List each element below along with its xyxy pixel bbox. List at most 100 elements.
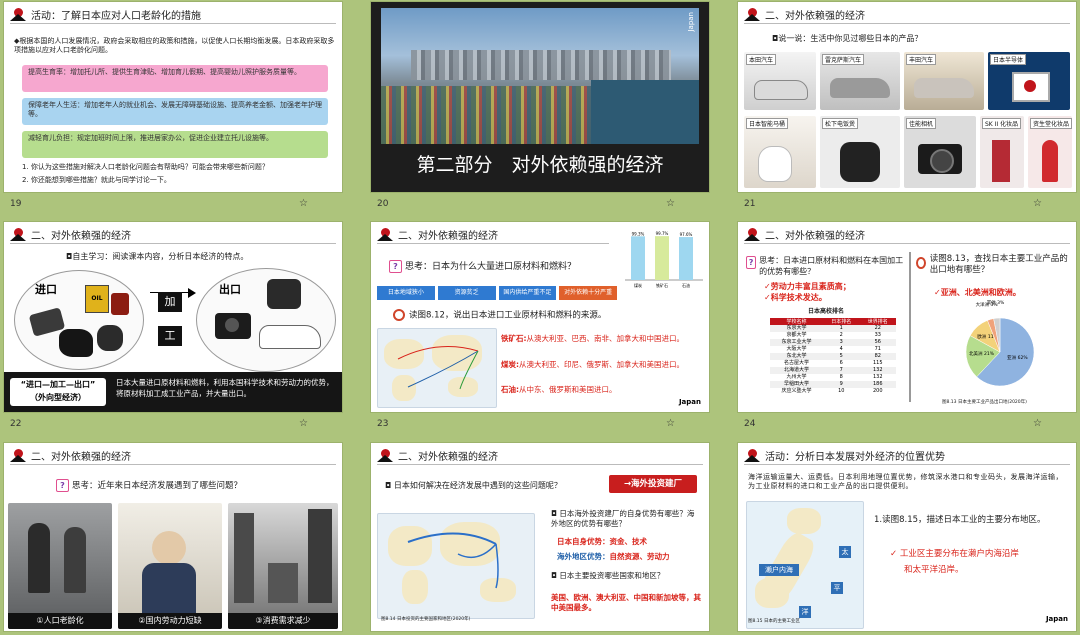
table-cell: 132 [872,374,883,380]
table-cell: 东北大学 [786,353,807,359]
think-prompt: ? 思考：日本进口原材料和燃料在本国加工的优势有哪些？ [746,256,906,278]
slide-27[interactable]: 活动：分析日本发展对外经济的位置优势 海洋运输运量大、运费低。日本利用地理位置优… [738,443,1076,635]
slide-27-canvas: 活动：分析日本发展对外经济的位置优势 海洋运输运量大、运费低。日本利用地理位置优… [738,443,1076,631]
favorite-star-icon[interactable]: ☆ [1033,418,1042,429]
table-cell: 82 [874,353,881,359]
section-title: 第二部分 对外依赖强的经济 [416,154,664,176]
labor-shortage-photo: ②国内劳动力短缺 [118,503,222,629]
bar [655,236,669,280]
rice-cooker-icon [267,279,301,309]
slide-19-canvas: 活动：了解日本应对人口老龄化的措施 ◆根据本国的人口发展情况，政府会采取相应的政… [4,2,342,192]
table-row: 东京大学 1 22 [770,325,896,332]
answer-text: 自然资源、劳动力 [609,552,670,561]
favorite-star-icon[interactable]: ☆ [1033,198,1042,209]
japan-advantage: 日本自身优势：资金、技术 [557,537,647,547]
export-cloud: 出口 [196,268,336,372]
bar-value-label: 97.6% [680,232,693,237]
arrow-right-icon [188,288,196,298]
table-cell: 3 [839,339,843,345]
favorite-star-icon[interactable]: ☆ [666,198,675,209]
university-ranking-table: 学校名称 日本排名 世界排名 东京大学 1 22 京都大学 2 33 东京工业大学 3 56 大阪大学 4… [770,318,896,395]
slide-title: 活动：分析日本发展对外经济的位置优势 [765,451,945,463]
divider [10,464,336,465]
table-row: 大阪大学 4 71 [770,346,896,353]
table-cell: 2 [839,332,843,338]
think-text: 思考：日本进口原材料和燃料在本国加工的优势有哪些？ [759,256,904,276]
think-text: 思考：近年来日本经济发展遇到了哪些问题？ [72,481,243,491]
slide-26[interactable]: 二、对外依赖强的经济 ◘ 日本如何解决在经济发展中遇到的这些问题呢？ →海外投资… [371,443,709,635]
honda-car-photo: 本田汽车 [744,52,816,110]
slide-title: 二、对外依赖强的经济 [31,230,131,242]
oil-source: 石油:从中东、俄罗斯和美国进口。 [501,385,705,395]
import-label: 进口 [35,283,57,296]
think-prompt: ? 思考：日本为什么大量进口原材料和燃料？ [389,260,576,273]
slide-25-canvas: 二、对外依赖强的经济 ? 思考：近年来日本经济发展遇到了哪些问题？ ①人口老龄化 … [4,443,342,631]
bar [679,237,693,280]
table-cell: 东京工业大学 [781,339,812,345]
think-prompt: ? 思考：近年来日本经济发展遇到了哪些问题？ [56,479,242,492]
bar-category-label: 煤炭 [634,282,642,288]
advantage-1: ✓劳动力丰富且素质高； [764,282,851,291]
favorite-star-icon[interactable]: ☆ [666,418,675,429]
question-icon: ? [389,260,402,273]
read-text: 读图8.12，说出日本进口工业原材料和燃料的来源。 [409,310,607,321]
slide-23[interactable]: 二、对外依赖强的经济 ? 思考：日本为什么大量进口原材料和燃料？ 日本地域狭小 资源… [371,222,709,431]
import-cloud: 进口 OIL [14,270,144,370]
table-cell: 1 [839,325,843,331]
table-cell: 京都大学 [786,332,807,338]
favorite-star-icon[interactable]: ☆ [299,198,308,209]
slide-25[interactable]: 二、对外依赖强的经济 ? 思考：近年来日本经济发展遇到了哪些问题？ ①人口老龄化 … [4,443,342,635]
slide-24[interactable]: 二、对外依赖强的经济 ? 思考：日本进口原材料和燃料在本国加工的优势有哪些？ ✓劳… [738,222,1076,431]
product-label: 日本半导体 [990,54,1027,65]
slide-title: 二、对外依赖强的经济 [398,451,498,463]
slide-number: 24 [744,419,756,429]
divider [377,243,609,244]
slide-header: 活动：分析日本发展对外经济的位置优势 [744,447,945,463]
product-label: 资生堂化妆品 [1030,118,1072,129]
source-label: 石油: [501,385,519,394]
slide-title: 活动：了解日本应对人口老龄化的措施 [31,10,201,22]
magnifier-icon [393,309,405,321]
summary-band: “进口—加工—出口” （外向型经济） 日本大量进口原材料和燃料，利用本国科学技术… [4,372,342,412]
slide-header: 二、对外依赖强的经济 [377,447,498,463]
table-cell: 6 [839,360,843,366]
mount-fuji-logo-icon [377,227,393,241]
problem-caption: ③消费需求减少 [228,613,338,629]
overseas-investment-button[interactable]: →海外投资建厂 [609,475,697,493]
table-row: 东京工业大学 3 56 [770,339,896,346]
investment-answer: 美国、欧洲、澳大利亚、中国和新加坡等，其中美国最多。 [551,593,701,613]
table-cell: 33 [874,332,881,338]
slide-19[interactable]: 活动：了解日本应对人口老龄化的措施 ◆根据本国的人口发展情况，政府会采取相应的政… [4,2,342,211]
table-cell: 庆应义塾大学 [781,388,812,394]
cause-chain-step: 对外依赖十分严重 [559,286,617,300]
route-lines [397,346,479,390]
product-label: 雷克萨斯汽车 [822,54,865,65]
pie-label: 其他 3% [987,299,1005,306]
slide-20[interactable]: Japan 第二部分 对外依赖强的经济 20 ☆ [371,2,709,211]
favorite-star-icon[interactable]: ☆ [299,418,308,429]
cause-chain: 日本地域狭小 资源贫乏 国内供给严重不足 对外依赖十分严重 [377,286,617,300]
pink-measure-box: 提高生育率：增加托儿所、提供生育津贴、增加育儿假期、提高婴幼儿照护服务质量等。 [22,65,328,92]
slide-header: 活动：了解日本应对人口老龄化的措施 [10,6,201,22]
solution-prompt: ◘ 日本如何解决在经济发展中遇到的这些问题呢？ [385,481,562,490]
question-icon: ? [56,479,69,492]
table-cell: 10 [838,388,845,394]
elderly-people-photo: ①人口老龄化 [8,503,112,629]
magnifier-icon [916,257,926,269]
slide-number: 22 [10,419,22,429]
table-row: 东北大学 5 82 [770,353,896,360]
divider [744,23,1070,24]
slide-22[interactable]: 二、对外依赖强的经济 ◘自主学习：阅读课本内容，分析日本经济的特点。 进口 OI… [4,222,342,431]
semiconductor-photo: 日本半导体 [988,52,1070,110]
slide-21[interactable]: 二、对外依赖强的经济 ◘说一说：生活中你见过哪些日本的产品？ 本田汽车 雷克萨斯… [738,2,1076,211]
blue-measure-box: 保障老年人生活：增加老年人的就业机会、发展无障碍基础设施、提高养老金额、加强老年… [22,98,328,125]
table-row: 九州大学 8 132 [770,374,896,381]
car-icon [259,325,321,349]
table-cell: 7 [839,367,843,373]
iron-ore-source: 铁矿石:从澳大利亚、巴西、南非、加拿大和中国进口。 [501,334,705,344]
product-label: SK II 化妆品 [982,118,1022,129]
question-2: 2. 你还能想到哪些措施？就此与同学讨论一下。 [22,176,171,184]
table-header-row: 学校名称 日本排名 世界排名 [770,318,896,325]
table-cell: 4 [839,346,843,352]
coal-source: 煤炭:从澳大利亚、印尼、俄罗斯、加拿大和美国进口。 [501,360,705,370]
